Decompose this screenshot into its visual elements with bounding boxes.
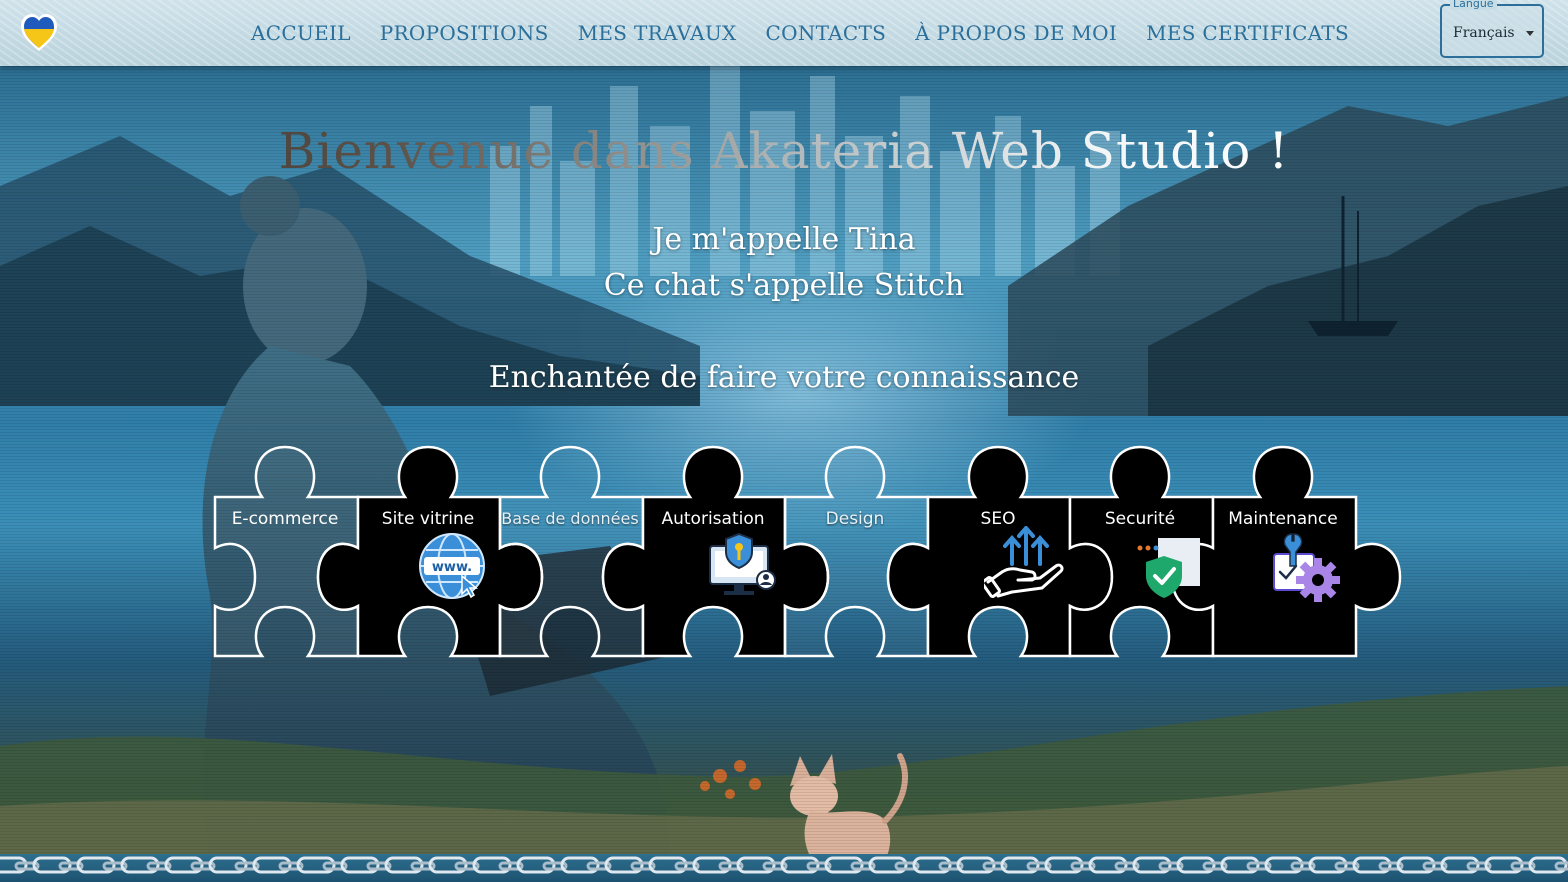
chain-footer <box>0 854 1568 882</box>
cat-stitch <box>790 753 908 856</box>
hero-background <box>0 66 1568 856</box>
label-base-de-donnees[interactable]: Base de données <box>499 509 641 528</box>
nav-propositions[interactable]: PROPOSITIONS <box>380 21 549 45</box>
security-computer-icon <box>709 532 776 595</box>
hand-arrows-icon <box>984 526 1064 598</box>
language-select[interactable]: Langue Français <box>1440 0 1544 58</box>
nav-a-propos[interactable]: À PROPOS DE MOI <box>915 21 1117 45</box>
nav-accueil[interactable]: ACCUEIL <box>251 21 351 45</box>
label-design[interactable]: Design <box>784 509 926 529</box>
label-site-vitrine[interactable]: Site vitrine <box>357 509 499 529</box>
hero-title: Bienvenue dans Akateria Web Studio ! <box>0 122 1568 180</box>
label-maintenance[interactable]: Maintenance <box>1212 509 1354 529</box>
label-securite[interactable]: Securité <box>1069 509 1211 529</box>
gear-tool-icon <box>1273 533 1340 602</box>
nav-mes-travaux[interactable]: MES TRAVAUX <box>578 21 737 45</box>
chevron-down-icon <box>1526 31 1534 36</box>
label-e-commerce[interactable]: E-commerce <box>214 509 356 529</box>
label-autorisation[interactable]: Autorisation <box>642 509 784 529</box>
language-label: Langue <box>1450 0 1497 10</box>
nav-mes-certificats[interactable]: MES CERTIFICATS <box>1146 21 1349 45</box>
language-value: Français <box>1453 25 1515 41</box>
chain-links <box>0 856 1568 874</box>
intro-cat: Ce chat s'appelle Stitch <box>603 268 965 303</box>
intro-name: Je m'appelle Tina <box>652 222 916 257</box>
nav-contacts[interactable]: CONTACTS <box>766 21 887 45</box>
svg-text:www.: www. <box>432 560 472 575</box>
main-menu: ACCUEIL PROPOSITIONS MES TRAVAUX CONTACT… <box>251 0 1349 66</box>
shield-check-icon <box>1137 538 1200 598</box>
www-globe-icon: www. <box>419 533 485 599</box>
ukraine-heart-logo[interactable] <box>20 11 58 53</box>
intro-greeting: Enchantée de faire votre connaissance <box>488 360 1080 395</box>
top-navbar: ACCUEIL PROPOSITIONS MES TRAVAUX CONTACT… <box>0 0 1568 66</box>
